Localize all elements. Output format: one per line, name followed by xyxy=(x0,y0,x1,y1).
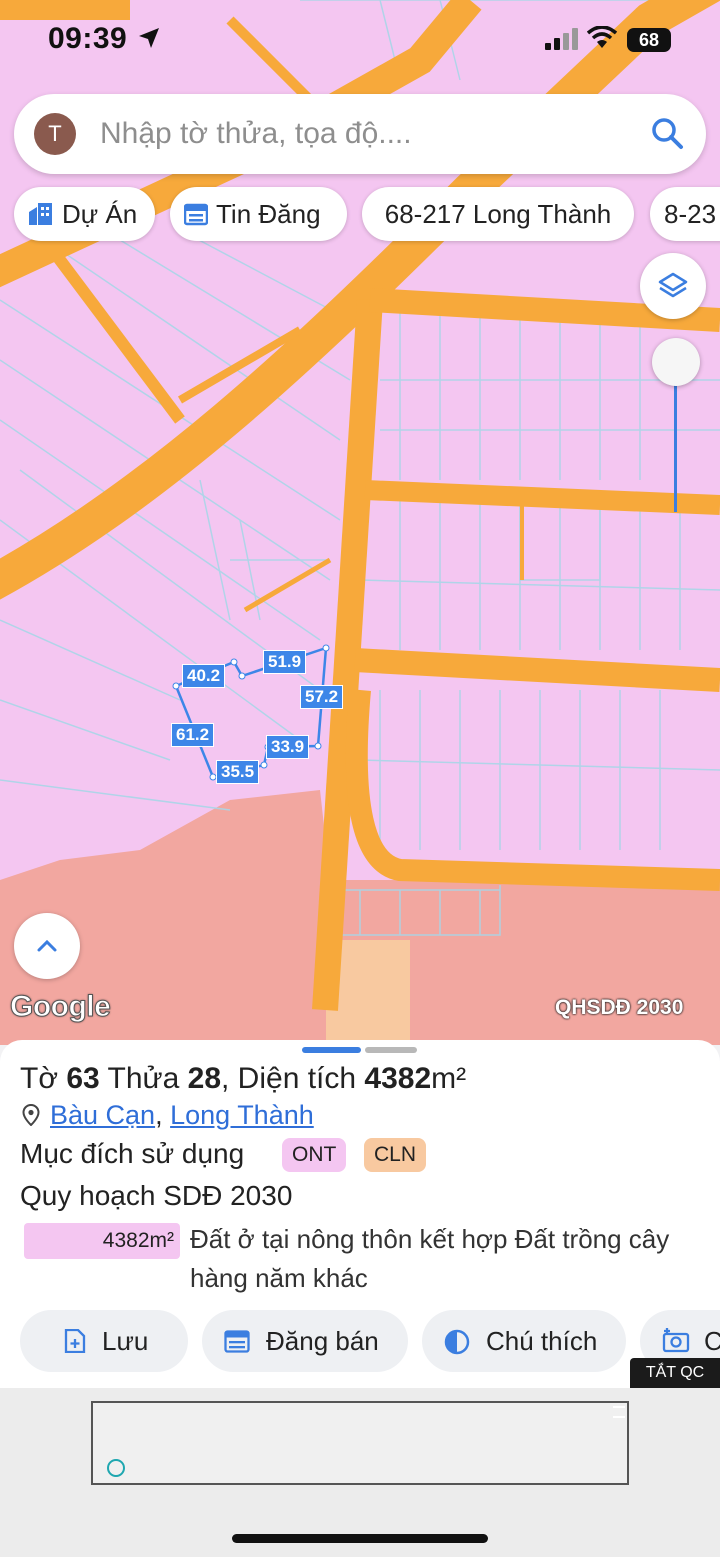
status-time: 09:39 xyxy=(48,22,128,55)
sheet-number: 63 xyxy=(66,1062,100,1095)
edge-length-label: 40.2 xyxy=(182,664,226,688)
commune-link[interactable]: Bàu Cạn xyxy=(50,1100,155,1130)
area-value: 4382 xyxy=(364,1062,432,1095)
edge-length-label: 51.9 xyxy=(263,650,307,674)
search-input[interactable] xyxy=(100,112,620,156)
sheet-page-indicator[interactable] xyxy=(365,1047,417,1053)
parcel-info-panel: Tờ 63 Thửa 28, Diện tích 4382m² Bàu Cạn,… xyxy=(0,1040,720,1390)
save-button[interactable]: Lưu xyxy=(20,1310,188,1372)
district-link[interactable]: Long Thành xyxy=(170,1100,314,1130)
filter-chips: Dự Án Tin Đăng 68-217 Long Thành 8-23 xyxy=(14,187,720,241)
chip-recent-search[interactable]: 8-23 xyxy=(650,187,720,241)
plan-area-swatch: 4382m² xyxy=(24,1223,180,1259)
ad-frame[interactable] xyxy=(91,1401,629,1485)
avatar[interactable]: T xyxy=(34,113,76,155)
chip-label: 68-217 Long Thành xyxy=(384,199,612,229)
save-label: Lưu xyxy=(102,1326,149,1356)
land-use-badge[interactable]: ONT xyxy=(282,1138,347,1172)
building-icon xyxy=(29,203,52,226)
wifi-icon xyxy=(587,26,617,48)
chip-du-an[interactable]: Dự Án xyxy=(14,187,155,241)
chip-tin-dang[interactable]: Tin Đăng xyxy=(170,187,347,241)
map-layer-label: QHSDĐ 2030 xyxy=(555,996,684,1019)
battery-indicator: 68 xyxy=(627,28,671,52)
location-pin-icon xyxy=(22,1103,40,1127)
legend-button[interactable]: Chú thích xyxy=(422,1310,626,1372)
edge-length-label: 57.2 xyxy=(300,685,344,709)
opacity-slider-handle[interactable] xyxy=(652,338,700,386)
contrast-icon xyxy=(444,1329,470,1355)
legend-label: Chú thích xyxy=(486,1326,598,1356)
hide-ads-button[interactable]: TẮT QC xyxy=(630,1358,720,1388)
calendar-icon xyxy=(224,1330,250,1353)
area-label: , Diện tích xyxy=(221,1062,357,1095)
home-indicator[interactable] xyxy=(232,1534,488,1543)
location-arrow-icon xyxy=(139,28,159,48)
post-sale-label: Đăng bán xyxy=(266,1326,379,1356)
parcel-title: Tờ 63 Thửa 28, Diện tích 4382m² xyxy=(20,1062,466,1096)
chip-label: Tin Đăng xyxy=(216,199,321,229)
chevron-up-icon xyxy=(37,939,57,952)
area-unit: m² xyxy=(431,1062,467,1095)
camera-add-icon xyxy=(662,1328,690,1353)
ad-menu-icon[interactable] xyxy=(613,1406,625,1418)
search-bar[interactable]: T xyxy=(14,94,706,174)
search-icon[interactable] xyxy=(650,116,684,150)
save-add-icon xyxy=(64,1329,86,1353)
action-bar: Lưu Đăng bán Chú thích C xyxy=(0,1310,720,1372)
edge-length-label: 61.2 xyxy=(171,723,215,747)
layers-icon xyxy=(658,272,688,298)
cellular-signal-icon xyxy=(545,28,578,50)
ad-banner xyxy=(0,1388,720,1557)
plan-heading: Quy hoạch SDĐ 2030 xyxy=(20,1180,293,1211)
location-separator: , xyxy=(155,1100,163,1130)
plan-description: Đất ở tại nông thôn kết hợp Đất trồng câ… xyxy=(190,1224,670,1293)
land-use-label: Mục đích sử dụng xyxy=(20,1138,245,1169)
chip-label: Dự Án xyxy=(62,199,138,229)
status-bar: 09:39 68 xyxy=(0,0,720,80)
ad-info-icon[interactable] xyxy=(107,1459,125,1477)
edge-length-label: 33.9 xyxy=(266,735,310,759)
sheet-page-indicator-active[interactable] xyxy=(302,1047,361,1053)
chip-recent-search[interactable]: 68-217 Long Thành xyxy=(362,187,634,241)
edge-length-label: 35.5 xyxy=(216,760,260,784)
layers-button[interactable] xyxy=(640,253,706,319)
post-sale-button[interactable]: Đăng bán xyxy=(202,1310,408,1372)
land-use-badge[interactable]: CLN xyxy=(364,1138,427,1172)
plot-label: Thửa xyxy=(107,1062,180,1095)
calendar-icon xyxy=(183,203,209,226)
parcel-location: Bàu Cạn, Long Thành xyxy=(22,1100,314,1131)
google-logo: Google xyxy=(9,990,111,1024)
chip-label: 8-23 xyxy=(664,199,717,229)
plot-number: 28 xyxy=(187,1062,222,1095)
expand-panel-button[interactable] xyxy=(14,913,80,979)
sheet-prefix: Tờ xyxy=(20,1062,58,1095)
